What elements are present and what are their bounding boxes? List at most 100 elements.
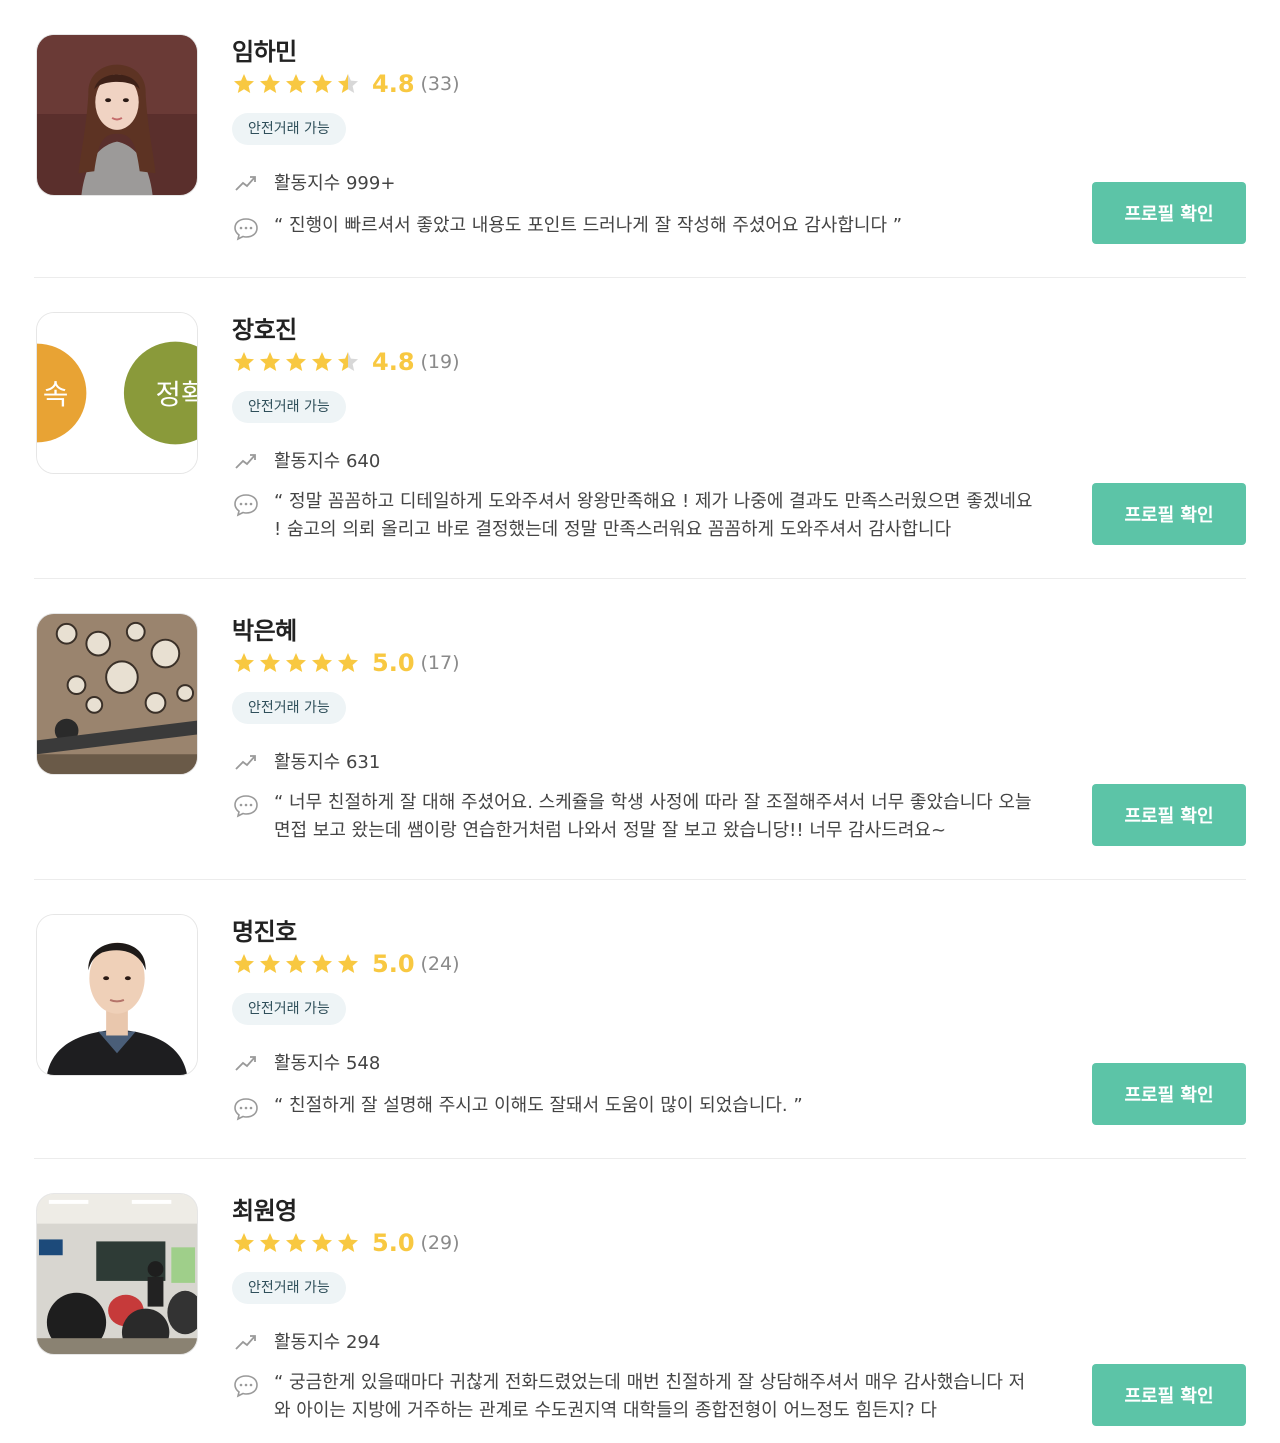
safe-trade-badge: 안전거래 가능 (232, 692, 346, 724)
review-count: (24) (420, 953, 460, 975)
star-icon (286, 653, 306, 672)
rating-score: 5.0 (372, 649, 415, 677)
speech-bubble-icon (234, 1098, 258, 1121)
avatar[interactable] (36, 914, 198, 1076)
trend-up-icon (235, 454, 256, 469)
review-count: (33) (420, 73, 460, 95)
star-icon (260, 352, 280, 371)
activity-text: 활동지수 548 (274, 1053, 381, 1074)
avatar-text-left: 속 (43, 378, 68, 411)
review-count: (17) (420, 652, 460, 674)
pro-card: 명진호 5.0 (24) 안전거래 가능 활동지수 548 “ 친절하게 잘 설… (34, 880, 1246, 1159)
star-icon (312, 74, 332, 93)
trend-up-icon (235, 176, 256, 191)
star-rating (232, 350, 360, 374)
review-text: “ 친절하게 잘 설명해 주시고 이해도 잘돼서 도움이 많이 되었습니다. ” (274, 1095, 803, 1116)
speech-bubble-icon (234, 795, 258, 818)
avatar[interactable] (36, 613, 198, 775)
pro-name[interactable]: 박은혜 (232, 611, 297, 646)
activity-index: 활동지수 999+ (232, 168, 395, 196)
star-icon (312, 653, 332, 672)
review-text: “ 너무 친절하게 잘 대해 주셨어요. 스케쥴을 학생 사정에 따라 잘 조절… (274, 792, 1032, 841)
rating-score: 4.8 (372, 70, 415, 98)
star-icon (338, 352, 358, 371)
avatar[interactable] (36, 1193, 198, 1355)
star-icon (338, 1233, 358, 1252)
activity-index: 활동지수 640 (232, 446, 380, 474)
star-rating (232, 651, 360, 675)
review-count: (29) (420, 1232, 460, 1254)
review-snippet: “ 진행이 빠르셔서 좋았고 내용도 포인트 드러나게 잘 작성해 주셨어요 감… (232, 212, 1034, 242)
star-rating (232, 952, 360, 976)
review-snippet: “ 궁금한게 있을때마다 귀찮게 전화드렸었는데 매번 친절하게 잘 상담해주셔… (232, 1369, 1034, 1425)
star-icon (338, 653, 358, 672)
star-icon (286, 352, 306, 371)
avatar[interactable]: 속 정확 (36, 312, 198, 474)
safe-trade-badge: 안전거래 가능 (232, 113, 346, 145)
rating: 5.0 (24) (232, 950, 460, 978)
review-snippet: “ 너무 친절하게 잘 대해 주셨어요. 스케쥴을 학생 사정에 따라 잘 조절… (232, 789, 1034, 845)
rating-score: 4.8 (372, 348, 415, 376)
star-icon (338, 74, 358, 93)
star-icon (260, 74, 280, 93)
profile-check-button[interactable]: 프로필 확인 (1092, 483, 1246, 545)
pro-card: 최원영 5.0 (29) 안전거래 가능 활동지수 294 “ 궁금한게 있을때… (34, 1159, 1246, 1443)
rating: 5.0 (17) (232, 649, 460, 677)
star-icon (286, 954, 306, 973)
activity-text: 활동지수 631 (274, 752, 381, 773)
activity-index: 활동지수 294 (232, 1327, 380, 1355)
rating-score: 5.0 (372, 1229, 415, 1257)
star-icon (312, 352, 332, 371)
rating: 5.0 (29) (232, 1229, 460, 1257)
safe-trade-badge: 안전거래 가능 (232, 391, 346, 423)
activity-index: 활동지수 631 (232, 747, 380, 775)
star-icon (286, 74, 306, 93)
profile-check-button[interactable]: 프로필 확인 (1092, 1063, 1246, 1125)
review-snippet: “ 정말 꼼꼼하고 디테일하게 도와주셔서 왕왕만족해요 ! 제가 나중에 결과… (232, 488, 1034, 544)
star-icon (234, 954, 254, 973)
pro-name[interactable]: 명진호 (232, 912, 297, 947)
star-icon (312, 954, 332, 973)
pro-card: 박은혜 5.0 (17) 안전거래 가능 활동지수 631 “ 너무 친절하게 … (34, 579, 1246, 880)
profile-check-button[interactable]: 프로필 확인 (1092, 182, 1246, 244)
rating: 4.8 (33) (232, 70, 460, 98)
star-icon (338, 954, 358, 973)
star-icon (234, 653, 254, 672)
avatar[interactable] (36, 34, 198, 196)
star-icon (312, 1233, 332, 1252)
pro-name[interactable]: 장호진 (232, 310, 297, 345)
rating-score: 5.0 (372, 950, 415, 978)
profile-check-button[interactable]: 프로필 확인 (1092, 784, 1246, 846)
star-rating (232, 72, 360, 96)
safe-trade-badge: 안전거래 가능 (232, 993, 346, 1025)
activity-text: 활동지수 999+ (274, 173, 396, 194)
star-icon (234, 1233, 254, 1252)
activity-text: 활동지수 640 (274, 451, 381, 472)
trend-up-icon (235, 1056, 256, 1071)
activity-index: 활동지수 548 (232, 1048, 380, 1076)
avatar-text-right: 정확 (156, 378, 197, 411)
star-icon (260, 1233, 280, 1252)
profile-check-button[interactable]: 프로필 확인 (1092, 1364, 1246, 1426)
trend-up-icon (235, 1335, 256, 1350)
pro-card: 임하민 4.8 (33) 안전거래 가능 활동지수 999+ “ 진행이 빠르셔… (34, 0, 1246, 278)
speech-bubble-icon (234, 218, 258, 241)
trend-up-icon (235, 755, 256, 770)
review-text: “ 궁금한게 있을때마다 귀찮게 전화드렸었는데 매번 친절하게 잘 상담해주셔… (274, 1372, 1026, 1421)
star-icon (260, 954, 280, 973)
star-icon (234, 352, 254, 371)
speech-bubble-icon (234, 494, 258, 517)
review-snippet: “ 친절하게 잘 설명해 주시고 이해도 잘돼서 도움이 많이 되었습니다. ” (232, 1092, 1034, 1122)
rating: 4.8 (19) (232, 348, 460, 376)
review-text: “ 정말 꼼꼼하고 디테일하게 도와주셔서 왕왕만족해요 ! 제가 나중에 결과… (274, 491, 1033, 540)
pro-name[interactable]: 최원영 (232, 1191, 297, 1226)
star-icon (286, 1233, 306, 1252)
activity-text: 활동지수 294 (274, 1332, 381, 1353)
star-icon (260, 653, 280, 672)
safe-trade-badge: 안전거래 가능 (232, 1272, 346, 1304)
speech-bubble-icon (234, 1375, 258, 1398)
star-icon (234, 74, 254, 93)
star-rating (232, 1231, 360, 1255)
pro-card: 속 정확 장호진 4.8 (19) 안전거래 가능 활동지수 640 “ 정말 … (34, 278, 1246, 579)
pro-name[interactable]: 임하민 (232, 32, 297, 67)
